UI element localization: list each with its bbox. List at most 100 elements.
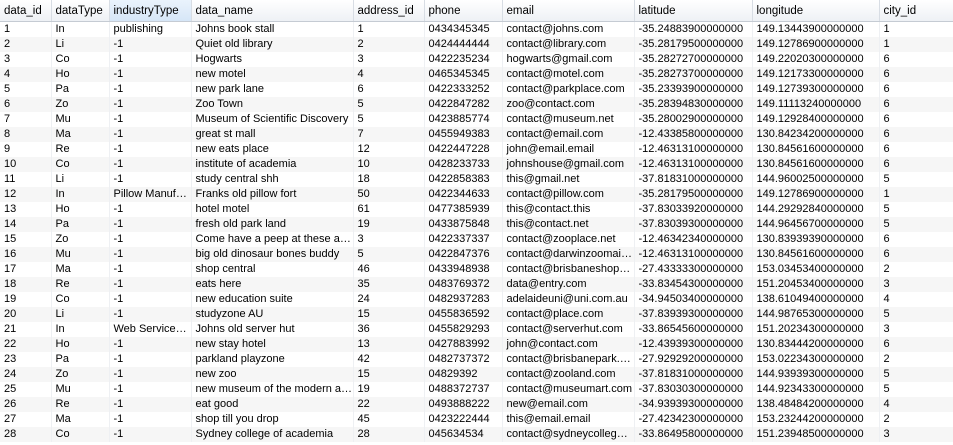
cell-latitude[interactable]: -35.28002900000000 — [634, 112, 753, 127]
cell-address-id[interactable]: 3 — [353, 232, 425, 247]
cell-phone[interactable]: 0477385939 — [424, 202, 503, 217]
cell-email[interactable]: john@contact.com — [502, 337, 635, 352]
cell-industrytype[interactable]: -1 — [109, 307, 192, 322]
cell-address-id[interactable]: 22 — [353, 397, 425, 412]
cell-address-id[interactable]: 15 — [353, 307, 425, 322]
cell-longitude[interactable]: 130.84561600000000 — [752, 247, 880, 262]
cell-latitude[interactable]: -35.28272700000000 — [634, 52, 753, 67]
cell-latitude[interactable]: -12.46313100000000 — [634, 157, 753, 172]
cell-latitude[interactable]: -33.86545600000000 — [634, 322, 753, 337]
cell-latitude[interactable]: -37.81831000000000 — [634, 367, 753, 382]
cell-data-id[interactable]: 24 — [0, 367, 52, 382]
cell-industrytype[interactable]: -1 — [109, 292, 192, 307]
cell-industrytype[interactable]: -1 — [109, 427, 192, 442]
cell-data-name[interactable]: shop central — [191, 262, 354, 277]
cell-address-id[interactable]: 5 — [353, 97, 425, 112]
cell-city-id[interactable]: 2 — [879, 412, 953, 427]
cell-city-id[interactable]: 1 — [879, 187, 953, 202]
cell-data-name[interactable]: Museum of Scientific Discovery — [191, 112, 354, 127]
cell-data-name[interactable]: Sydney college of academia — [191, 427, 354, 442]
cell-city-id[interactable]: 6 — [879, 247, 953, 262]
cell-longitude[interactable]: 130.83939390000000 — [752, 232, 880, 247]
table-row[interactable]: 17 Ma -1 shop central 46 0433948938 contact@br… — [0, 262, 953, 277]
column-header-city-id[interactable]: city_id — [879, 0, 953, 22]
cell-city-id[interactable]: 4 — [879, 292, 953, 307]
cell-phone[interactable]: 04829392 — [424, 367, 503, 382]
cell-data-name[interactable]: new stay hotel — [191, 337, 354, 352]
cell-phone[interactable]: 045634534 — [424, 427, 503, 442]
cell-email[interactable]: john@email.email — [502, 142, 635, 157]
cell-datatype[interactable]: Mu — [51, 247, 110, 262]
cell-phone[interactable]: 0433875848 — [424, 217, 503, 232]
cell-phone[interactable]: 0465345345 — [424, 67, 503, 82]
cell-city-id[interactable]: 6 — [879, 67, 953, 82]
cell-industrytype[interactable]: publishing — [109, 21, 192, 37]
cell-phone[interactable]: 0483769372 — [424, 277, 503, 292]
cell-address-id[interactable]: 12 — [353, 142, 425, 157]
table-row[interactable]: 3 Co -1 Hogwarts 3 0422235234 hogwarts@gmail.c… — [0, 52, 953, 67]
cell-data-id[interactable]: 10 — [0, 157, 52, 172]
table-row[interactable]: 14 Pa -1 fresh old park land 19 0433875848 thi… — [0, 217, 953, 232]
cell-data-name[interactable]: new park lane — [191, 82, 354, 97]
cell-data-name[interactable]: new museum of the modern arts — [191, 382, 354, 397]
cell-address-id[interactable]: 50 — [353, 187, 425, 202]
cell-city-id[interactable]: 3 — [879, 322, 953, 337]
cell-longitude[interactable]: 130.84234200000000 — [752, 127, 880, 142]
cell-address-id[interactable]: 36 — [353, 322, 425, 337]
cell-longitude[interactable]: 151.20453400000000 — [752, 277, 880, 292]
cell-longitude[interactable]: 151.20234300000000 — [752, 322, 880, 337]
table-row[interactable]: 22 Ho -1 new stay hotel 13 0427883992 john@con… — [0, 337, 953, 352]
cell-phone[interactable]: 0433948938 — [424, 262, 503, 277]
table-row[interactable]: 15Zo-1Come have a peep at these animals3… — [0, 232, 953, 247]
cell-data-id[interactable]: 7 — [0, 112, 52, 127]
cell-address-id[interactable]: 45 — [353, 412, 425, 427]
cell-latitude[interactable]: -35.24883900000000 — [634, 21, 753, 37]
cell-datatype[interactable]: Ho — [51, 67, 110, 82]
cell-phone[interactable]: 0422847376 — [424, 247, 503, 262]
table-row[interactable]: 10 Co -1 institute of academia 10 0428233733 j… — [0, 157, 953, 172]
cell-email[interactable]: contact@brisbaneshopping.com — [502, 262, 635, 277]
cell-latitude[interactable]: -34.93939300000000 — [634, 397, 753, 412]
cell-email[interactable]: hogwarts@gmail.com — [502, 52, 635, 67]
table-row[interactable]: 6 Zo -1 Zoo Town 5 0422847282 zoo@contact.com -… — [0, 97, 953, 112]
cell-datatype[interactable]: In — [51, 21, 110, 37]
cell-datatype[interactable]: Mu — [51, 382, 110, 397]
cell-city-id[interactable]: 4 — [879, 397, 953, 412]
cell-data-id[interactable]: 4 — [0, 67, 52, 82]
cell-datatype[interactable]: Zo — [51, 232, 110, 247]
cell-email[interactable]: contact@zooland.com — [502, 367, 635, 382]
cell-phone[interactable]: 0455829293 — [424, 322, 503, 337]
cell-latitude[interactable]: -37.83030300000000 — [634, 382, 753, 397]
cell-data-name[interactable]: Quiet old library — [191, 37, 354, 52]
cell-industrytype[interactable]: -1 — [109, 82, 192, 97]
cell-data-id[interactable]: 18 — [0, 277, 52, 292]
cell-city-id[interactable]: 5 — [879, 307, 953, 322]
cell-datatype[interactable]: Pa — [51, 217, 110, 232]
cell-data-name[interactable]: eat good — [191, 397, 354, 412]
cell-datatype[interactable]: Co — [51, 292, 110, 307]
cell-phone[interactable]: 0427883992 — [424, 337, 503, 352]
cell-phone[interactable]: 0422333252 — [424, 82, 503, 97]
cell-datatype[interactable]: Ho — [51, 337, 110, 352]
cell-address-id[interactable]: 10 — [353, 157, 425, 172]
cell-address-id[interactable]: 3 — [353, 52, 425, 67]
cell-longitude[interactable]: 130.83444200000000 — [752, 337, 880, 352]
cell-email[interactable]: this@contact.net — [502, 217, 635, 232]
cell-data-id[interactable]: 17 — [0, 262, 52, 277]
cell-latitude[interactable]: -37.83939300000000 — [634, 307, 753, 322]
cell-data-name[interactable]: parkland playzone — [191, 352, 354, 367]
cell-longitude[interactable]: 144.96456700000000 — [752, 217, 880, 232]
cell-phone[interactable]: 0455836592 — [424, 307, 503, 322]
cell-datatype[interactable]: Li — [51, 172, 110, 187]
column-header-industrytype[interactable]: industryType — [109, 0, 192, 22]
table-row[interactable]: 1 In publishing Johns book stall 1 0434345345… — [0, 21, 953, 37]
cell-latitude[interactable]: -12.46313100000000 — [634, 142, 753, 157]
table-row[interactable]: 13 Ho -1 hotel motel 61 0477385939 this@contac… — [0, 202, 953, 217]
cell-city-id[interactable]: 1 — [879, 21, 953, 37]
cell-data-id[interactable]: 28 — [0, 427, 52, 442]
table-row[interactable]: 28 Co -1 Sydney college of academia 28 045634… — [0, 427, 953, 442]
cell-email[interactable]: contact@email.com — [502, 127, 635, 142]
cell-email[interactable]: contact@johns.com — [502, 21, 635, 37]
cell-data-name[interactable]: big old dinosaur bones buddy — [191, 247, 354, 262]
cell-address-id[interactable]: 19 — [353, 382, 425, 397]
